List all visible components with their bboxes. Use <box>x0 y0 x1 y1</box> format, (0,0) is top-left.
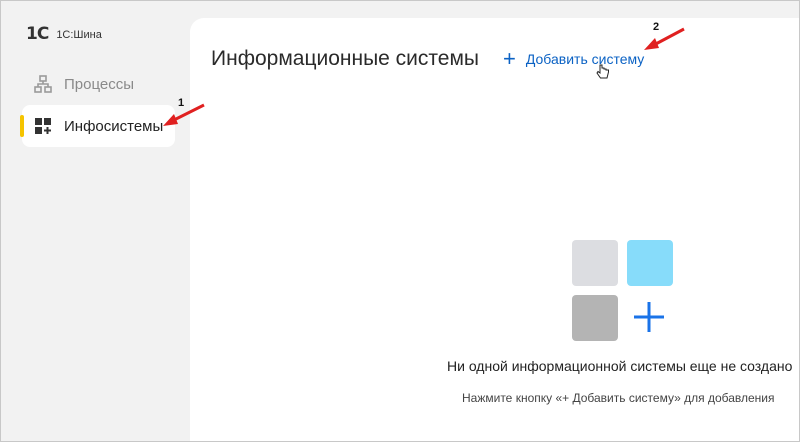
sidebar-item-infosystems[interactable]: Инфосистемы <box>20 105 175 147</box>
tile-cyan <box>627 240 673 286</box>
sidebar-item-label: Инфосистемы <box>64 117 164 135</box>
tile-gray-light <box>572 240 618 286</box>
hand-cursor-icon <box>596 64 609 79</box>
plus-icon <box>634 302 664 332</box>
empty-state-title: Ни одной информационной системы еще не с… <box>447 358 793 374</box>
plus-icon: + <box>503 46 516 71</box>
hierarchy-icon <box>32 73 54 95</box>
add-system-label: Добавить систему <box>525 51 645 67</box>
product-name: 1С:Шина <box>56 29 102 41</box>
callout-number-2: 2 <box>653 21 660 33</box>
tile-gray-dark <box>572 295 618 341</box>
active-indicator <box>20 115 24 137</box>
page-title: Информационные системы <box>211 47 480 70</box>
callout-number-1: 1 <box>178 97 185 109</box>
empty-state-illustration <box>572 240 676 344</box>
logo-mark: 1С <box>26 24 49 44</box>
sidebar-item-label: Процессы <box>64 75 135 93</box>
grid-add-icon <box>32 115 54 137</box>
sidebar-item-processes[interactable]: Процессы <box>22 63 175 105</box>
empty-state-hint: Нажмите кнопку «+ Добавить систему» для … <box>462 391 775 405</box>
app-logo[interactable]: 1С 1С:Шина <box>26 24 102 44</box>
add-system-button[interactable]: + Добавить систему <box>503 46 645 71</box>
main-panel: Информационные системы + Добавить систем… <box>190 18 800 442</box>
